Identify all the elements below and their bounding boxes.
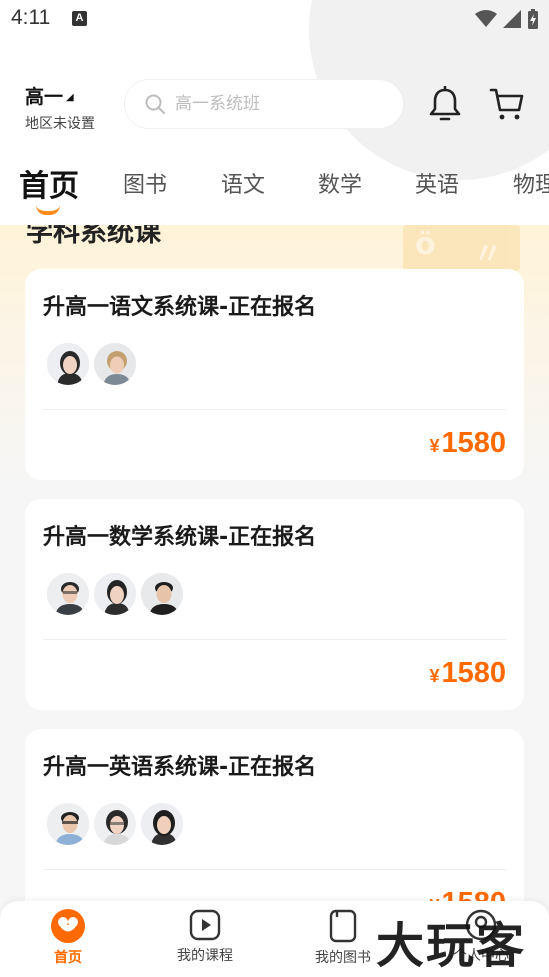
tab-books[interactable]: 图书 [123, 167, 167, 199]
nav-label: 首页 [54, 950, 82, 966]
header-row: 高一 ◢ 地区未设置 [0, 78, 549, 134]
card-divider [43, 639, 506, 640]
avatar [139, 571, 185, 617]
wifi-icon [475, 10, 497, 27]
category-tabs: 首页 图书 语文 数学 英语 物理 [0, 155, 549, 215]
cart-icon[interactable] [489, 86, 525, 122]
tab-english[interactable]: 英语 [415, 167, 459, 199]
tab-physics[interactable]: 物理 [513, 167, 549, 199]
currency-symbol: ¥ [429, 666, 440, 686]
nav-my-courses[interactable]: 我的课程 [155, 909, 255, 965]
section-title: 学科系统课 [26, 225, 161, 248]
watermark: 大玩客 [376, 918, 527, 974]
top-header-area: 4:11 A 高一 ◢ 地区未设置 高一系统班 首页 图书 语文 数学 英语 物… [0, 0, 549, 225]
card-divider [43, 869, 506, 870]
course-card[interactable]: 升高一语文系统课-正在报名 ¥1580 [25, 269, 524, 480]
notification-icon: A [72, 11, 87, 26]
course-card[interactable]: 升高一数学系统课-正在报名 ¥1580 [25, 499, 524, 710]
avatar [92, 341, 138, 387]
battery-icon [528, 9, 538, 29]
nav-label: 我的课程 [177, 948, 233, 964]
active-tab-indicator [36, 205, 60, 215]
grade-label: 高一 [25, 86, 64, 108]
avatar [45, 801, 91, 847]
tab-chinese[interactable]: 语文 [221, 167, 265, 199]
signal-icon [503, 10, 521, 28]
teacher-avatars [45, 341, 139, 387]
bell-icon[interactable] [428, 86, 462, 122]
card-divider [43, 409, 506, 410]
tab-home[interactable]: 首页 [19, 161, 79, 205]
course-title: 升高一数学系统课-正在报名 [43, 525, 317, 550]
tab-math[interactable]: 数学 [318, 167, 362, 199]
teacher-avatars [45, 571, 186, 617]
course-title: 升高一语文系统课-正在报名 [43, 295, 317, 320]
nav-home[interactable]: 首页 [18, 909, 118, 967]
search-icon [145, 94, 165, 114]
price-amount: 1580 [441, 427, 506, 459]
home-icon [51, 909, 85, 943]
region-label: 地区未设置 [25, 116, 95, 132]
avatar [92, 571, 138, 617]
grade-selector[interactable]: 高一 ◢ 地区未设置 [25, 82, 95, 133]
status-bar: 4:11 A [0, 0, 549, 40]
search-box[interactable] [125, 80, 403, 128]
currency-symbol: ¥ [429, 436, 440, 456]
book-icon [329, 909, 357, 943]
play-icon [189, 909, 221, 941]
price-amount: 1580 [441, 657, 506, 689]
course-title: 升高一英语系统课-正在报名 [43, 755, 317, 780]
status-icons [475, 8, 539, 30]
search-input[interactable] [175, 94, 375, 114]
book-decoration: ö 〃 [403, 225, 520, 272]
avatar [45, 571, 91, 617]
teacher-avatars [45, 801, 186, 847]
avatar [139, 801, 185, 847]
avatar [45, 341, 91, 387]
course-price: ¥1580 [429, 657, 506, 690]
avatar [92, 801, 138, 847]
caret-down-icon: ◢ [66, 92, 74, 103]
course-price: ¥1580 [429, 427, 506, 460]
status-time: 4:11 [11, 6, 51, 29]
